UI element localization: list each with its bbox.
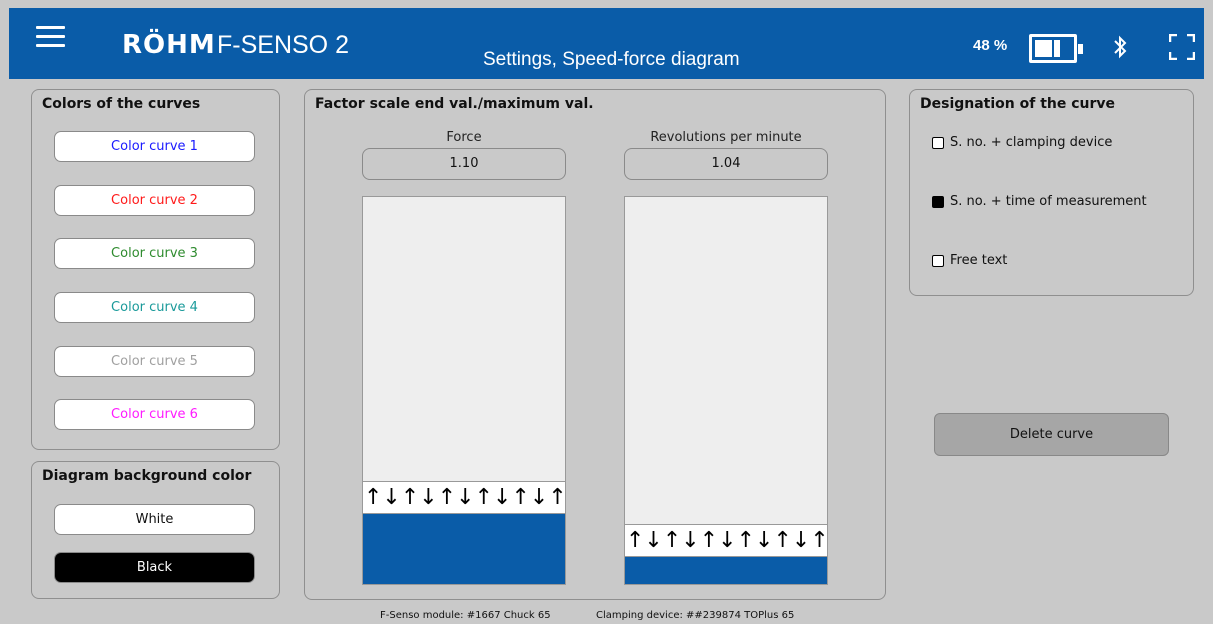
option-free-text[interactable]: Free text bbox=[932, 253, 1007, 268]
battery-percent: 48 % bbox=[973, 37, 1008, 54]
option-free-text-checkbox[interactable] bbox=[932, 254, 944, 267]
diagram-background-panel: Diagram background color White Black bbox=[31, 461, 280, 599]
option-time-of-measurement[interactable]: S. no. + time of measurement bbox=[932, 194, 1147, 209]
rpm-label: Revolutions per minute bbox=[650, 130, 802, 145]
curve-colors-panel: Colors of the curves Color curve 1 Color… bbox=[31, 89, 280, 450]
rohm-logo: RÖHM bbox=[122, 30, 216, 60]
white-background-button[interactable]: White bbox=[54, 504, 255, 535]
bluetooth-icon[interactable] bbox=[1112, 32, 1128, 62]
force-label: Force bbox=[446, 130, 482, 145]
black-background-button[interactable]: Black bbox=[54, 552, 255, 583]
app-header: RÖHM F-SENSO 2 Settings, Speed-force dia… bbox=[9, 8, 1204, 79]
color-curve-5-button[interactable]: Color curve 5 bbox=[54, 346, 255, 377]
diagram-background-title: Diagram background color bbox=[42, 468, 252, 484]
rpm-scale-bar[interactable]: ↑↓↑↓↑↓↑↓↑↓↑↓↑↓↑↓↑↓↑↓↑ bbox=[624, 196, 828, 585]
footer-clamping-info: Clamping device: ##239874 TOPlus 65 bbox=[596, 610, 795, 621]
option-clamping-device-label: S. no. + clamping device bbox=[950, 135, 1113, 150]
color-curve-1-button[interactable]: Color curve 1 bbox=[54, 131, 255, 162]
rpm-scale-fill bbox=[625, 557, 827, 584]
factor-scale-title: Factor scale end val./maximum val. bbox=[315, 96, 594, 112]
color-curve-2-button[interactable]: Color curve 2 bbox=[54, 185, 255, 216]
factor-scale-panel: Factor scale end val./maximum val. Force… bbox=[304, 89, 886, 600]
option-time-of-measurement-label: S. no. + time of measurement bbox=[950, 194, 1147, 209]
fullscreen-icon[interactable] bbox=[1169, 34, 1195, 60]
screen-title: Settings, Speed-force diagram bbox=[483, 49, 740, 70]
color-curve-6-button[interactable]: Color curve 6 bbox=[54, 399, 255, 430]
color-curve-4-button[interactable]: Color curve 4 bbox=[54, 292, 255, 323]
battery-icon bbox=[1029, 34, 1083, 63]
force-scale-bar[interactable]: ↑↓↑↓↑↓↑↓↑↓↑↓↑↓↑↓↑↓↑↓↑ bbox=[362, 196, 566, 585]
curve-designation-panel: Designation of the curve S. no. + clampi… bbox=[909, 89, 1194, 296]
option-free-text-label: Free text bbox=[950, 253, 1008, 268]
rpm-slider-handle[interactable]: ↑↓↑↓↑↓↑↓↑↓↑↓↑↓↑↓↑↓↑↓↑ bbox=[625, 524, 827, 557]
color-curve-3-button[interactable]: Color curve 3 bbox=[54, 238, 255, 269]
option-clamping-device[interactable]: S. no. + clamping device bbox=[932, 135, 1112, 150]
delete-curve-button[interactable]: Delete curve bbox=[934, 413, 1169, 456]
hamburger-menu-icon[interactable] bbox=[36, 26, 65, 54]
curve-designation-title: Designation of the curve bbox=[920, 96, 1116, 112]
rpm-value: 1.04 bbox=[624, 148, 828, 180]
curve-colors-title: Colors of the curves bbox=[42, 96, 201, 112]
option-time-of-measurement-checkbox[interactable] bbox=[932, 195, 944, 208]
product-name: F-SENSO 2 bbox=[217, 31, 349, 59]
force-slider-handle[interactable]: ↑↓↑↓↑↓↑↓↑↓↑↓↑↓↑↓↑↓↑↓↑ bbox=[363, 481, 565, 514]
option-clamping-device-checkbox[interactable] bbox=[932, 136, 944, 149]
force-scale-fill bbox=[363, 514, 565, 584]
footer-module-info: F-Senso module: #1667 Chuck 65 bbox=[380, 610, 551, 621]
force-value: 1.10 bbox=[362, 148, 566, 180]
